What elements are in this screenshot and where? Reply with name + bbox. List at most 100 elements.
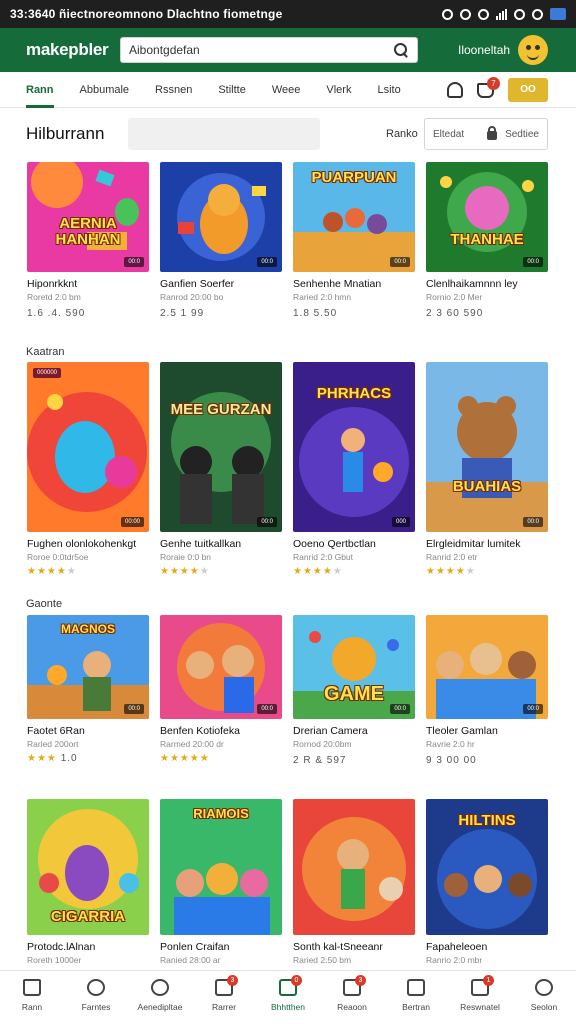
game-thumbnail[interactable]: PHRHACS 000: [293, 362, 415, 532]
game-subtitle: Rornio 2:0 Mer: [426, 292, 483, 302]
section-label: Kaatran: [26, 346, 65, 358]
search-icon[interactable]: [393, 42, 409, 58]
header-action-button[interactable]: OO: [508, 78, 548, 102]
bottom-nav-bertran[interactable]: Bertran: [384, 971, 448, 1024]
game-title[interactable]: Faotet 6Ran: [27, 725, 149, 737]
tab-weee[interactable]: Weee: [272, 72, 301, 108]
game-title[interactable]: Senhenhe Mnatian: [293, 278, 415, 290]
game-tag: 00:0: [523, 257, 543, 267]
cart-button[interactable]: 7: [477, 76, 500, 98]
bottom-nav-rarrer[interactable]: 3 Rarrer: [192, 971, 256, 1024]
bottom-nav-bhhtthen[interactable]: 0 Bhhtthen: [256, 971, 320, 1024]
bottom-nav-reswnatel[interactable]: 1 Reswnatel: [448, 971, 512, 1024]
game-thumbnail[interactable]: RIAMOIS: [160, 799, 282, 935]
status-text: 33:3640 ñiectnoreomnono Dlachtno fiometn…: [10, 7, 283, 21]
bottom-nav-seolon[interactable]: Seolon: [512, 971, 576, 1024]
game-tag: 00:0: [124, 257, 144, 267]
game-title[interactable]: Fapaheleoen: [426, 941, 548, 953]
game-thumbnail[interactable]: 000000 00:00: [27, 362, 149, 532]
game-tag: 00:0: [257, 704, 277, 714]
game-art-title: PUARPUAN: [311, 169, 397, 186]
game-card[interactable]: 00:0 Ganfien Soerfer Ranrod 20:00 bo 2.5…: [160, 162, 282, 319]
game-title[interactable]: Fughen olonlokohenkgt: [27, 538, 149, 550]
game-art-title: PHRHACS: [316, 385, 392, 402]
game-subtitle: Ranied 28:00 ar: [160, 955, 221, 965]
bottom-nav-label: Seolon: [530, 1002, 558, 1012]
game-title[interactable]: Drerian Camera: [293, 725, 415, 737]
game-art-title: HILTINS: [458, 812, 516, 829]
user-name[interactable]: Ilooneltah: [458, 43, 510, 57]
game-thumbnail[interactable]: AERNIA HANHAN 00:0: [27, 162, 149, 272]
game-card[interactable]: PHRHACS 000 Ooeno Qertbctlan Ranrid 2:0 …: [293, 362, 415, 577]
game-art: [160, 162, 282, 272]
game-thumbnail[interactable]: PUARPUAN 00:0: [293, 162, 415, 272]
game-thumbnail[interactable]: 00:0: [160, 615, 282, 719]
bottom-nav-farntes[interactable]: Farntes: [64, 971, 128, 1024]
game-title[interactable]: Ooeno Qertbctlan: [293, 538, 415, 550]
avatar[interactable]: [518, 35, 549, 65]
game-card[interactable]: 00:0 Tleoler Gamlan Ravrie 2:0 hr 9 3 00…: [426, 615, 548, 766]
game-thumbnail[interactable]: [293, 799, 415, 935]
game-card[interactable]: AERNIA HANHAN 00:0 Hiponrkknt Roretd 2:0…: [27, 162, 149, 319]
game-title[interactable]: Clenlhaikamnnn ley: [426, 278, 548, 290]
search-input[interactable]: [129, 43, 393, 57]
game-art-title: RIAMOIS: [193, 806, 249, 821]
notification-icon[interactable]: [447, 82, 463, 98]
tab-lsito[interactable]: Lsito: [377, 72, 400, 108]
search-bar[interactable]: [120, 37, 418, 63]
game-card[interactable]: BUAHIAS 00:0 Elrgleidmitar lumitek Ranri…: [426, 362, 548, 577]
filter-placeholder-bar[interactable]: [128, 118, 320, 150]
game-card[interactable]: PUARPUAN 00:0 Senhenhe Mnatian Raried 2:…: [293, 162, 415, 319]
game-title[interactable]: Benfen Kotiofeka: [160, 725, 282, 737]
tab-stiltte[interactable]: Stiltte: [218, 72, 246, 108]
tab-rssnen[interactable]: Rssnen: [155, 72, 192, 108]
settings-icon: [151, 979, 169, 996]
chat-icon: [407, 979, 425, 996]
game-title[interactable]: Protodc.lAlnan: [27, 941, 149, 953]
game-price: 1.8 5.50: [293, 308, 338, 319]
alarm-icon: [442, 8, 453, 20]
game-thumbnail[interactable]: 00:0: [160, 162, 282, 272]
game-title[interactable]: Elrgleidmitar lumitek: [426, 538, 548, 550]
sort-option-b[interactable]: Sedtiee: [505, 129, 539, 140]
game-card[interactable]: 00:0 Benfen Kotiofeka Rarmed 20:00 dr ★★…: [160, 615, 282, 764]
game-thumbnail[interactable]: CIGARRIA: [27, 799, 149, 935]
game-card[interactable]: GAME 00:0 Drerian Camera Rornod 20:0bm 2…: [293, 615, 415, 766]
bottom-nav-settings[interactable]: Aenedipltae: [128, 971, 192, 1024]
game-title[interactable]: Ganfien Soerfer: [160, 278, 282, 290]
game-card[interactable]: THANHAE 00:0 Clenlhaikamnnn ley Rornio 2…: [426, 162, 548, 319]
game-title[interactable]: Hiponrkknt: [27, 278, 149, 290]
game-subtitle: Ranrid 2:0 etr: [426, 552, 478, 562]
bottom-nav-home[interactable]: Rann: [0, 971, 64, 1024]
tab-abbumale[interactable]: Abbumale: [80, 72, 130, 108]
sync-icon: [514, 8, 525, 20]
game-thumbnail[interactable]: BUAHIAS 00:0: [426, 362, 548, 532]
game-art: [27, 362, 149, 532]
game-thumbnail[interactable]: MAGNOS 00:0: [27, 615, 149, 719]
game-title[interactable]: Sonth kal-tSneeanr: [293, 941, 415, 953]
tab-rann[interactable]: Rann: [26, 72, 54, 108]
bottom-nav-reaoon[interactable]: 3 Reaoon: [320, 971, 384, 1024]
sort-option-a[interactable]: Eltedat: [433, 129, 479, 140]
game-title[interactable]: Tleoler Gamlan: [426, 725, 548, 737]
tab-vlerk[interactable]: Vlerk: [326, 72, 351, 108]
game-thumbnail[interactable]: HILTINS: [426, 799, 548, 935]
location-icon: [460, 8, 471, 20]
game-card[interactable]: CIGARRIA Protodc.lAlnan Roreth 1000er: [27, 799, 149, 965]
game-card[interactable]: 000000 00:00 Fughen olonlokohenkgt Roroe…: [27, 362, 149, 577]
game-tag: 00:0: [257, 517, 277, 527]
game-card[interactable]: HILTINS Fapaheleoen Ranrio 2:0 mbr: [426, 799, 548, 965]
game-card[interactable]: MAGNOS 00:0 Faotet 6Ran Raried 200ort ★★…: [27, 615, 149, 764]
sort-dropdown[interactable]: Eltedat Sedtiee: [424, 118, 548, 150]
nav-badge: 3: [355, 975, 366, 986]
game-card[interactable]: Sonth kal-tSneeanr Raried 2:50 bm: [293, 799, 415, 965]
game-card[interactable]: RIAMOIS Ponlen Craifan Ranied 28:00 ar: [160, 799, 282, 965]
game-card[interactable]: MEE GURZAN 00:0 Genhe tuitkallkan Roraie…: [160, 362, 282, 577]
app-logo[interactable]: makepbler: [26, 40, 116, 60]
game-thumbnail[interactable]: MEE GURZAN 00:0: [160, 362, 282, 532]
game-thumbnail[interactable]: THANHAE 00:0: [426, 162, 548, 272]
game-title[interactable]: Genhe tuitkallkan: [160, 538, 282, 550]
game-thumbnail[interactable]: 00:0: [426, 615, 548, 719]
game-thumbnail[interactable]: GAME 00:0: [293, 615, 415, 719]
game-title[interactable]: Ponlen Craifan: [160, 941, 282, 953]
